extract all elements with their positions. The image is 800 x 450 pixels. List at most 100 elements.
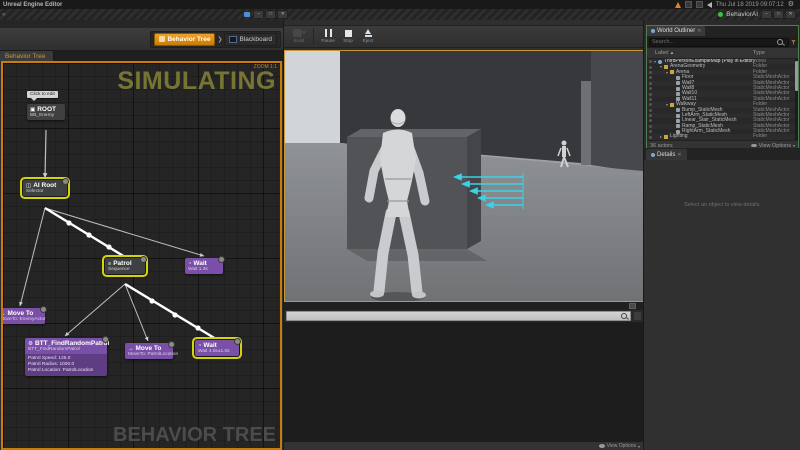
dropdown-arrow-icon[interactable]: ▾ [303,30,306,36]
eject-icon [364,29,373,38]
tab-details[interactable]: Details ✕ [646,149,687,160]
visibility-eye-icon[interactable] [649,76,652,79]
tray-icon-2[interactable] [696,1,703,8]
outliner-search-row: Search... [647,36,798,48]
restore-button[interactable]: □ [265,10,276,19]
node-move-to-mid[interactable]: →Move To MoveTo: PatrolLocation [125,343,173,359]
execution-beads [66,220,200,330]
build-button[interactable]: ▾ Build [289,28,309,44]
filter-funnel-icon[interactable] [791,40,796,45]
visibility-eye-icon[interactable] [649,71,652,74]
outliner-column-headers[interactable]: Label ▲ Type [647,48,798,59]
folder-icon [670,103,674,107]
details-empty-text: Select an object to view details. [644,202,800,208]
node-btt-find-random-patrol[interactable]: ⚙BTT_FindRandomPatrol BTT_FindRandomPatr… [25,338,107,376]
node-root[interactable]: ▣ROOT BB_Enemy [27,104,65,120]
outliner-row[interactable]: ▸LightingFolder [647,134,798,139]
search-icon [777,39,783,45]
level-editor-window: ▾ Build Pause Stop Eject [283,20,644,450]
system-tray: Thu Jul 18 2019 09:07:12 ⚙ [675,1,794,8]
close-button[interactable]: ✕ [785,10,796,19]
move-to-icon: → [1,311,6,317]
eject-button[interactable]: Eject [358,28,378,44]
tab-behavior-tree[interactable]: Behavior Tree [0,50,54,61]
static-mesh-icon [676,92,680,96]
system-clock: Thu Jul 18 2019 09:07:12 [716,2,784,8]
eye-icon [599,444,605,448]
folder-icon [664,135,668,139]
visibility-eye-icon[interactable] [649,125,652,128]
observer-dot-icon [62,178,69,185]
content-browser-search-row [284,310,644,322]
content-browser-footer: View Options ▾ [284,442,644,450]
content-browser-strip [284,302,644,310]
observer-dot-icon [234,338,241,345]
close-tab-icon[interactable]: ✕ [677,152,681,158]
visibility-eye-icon[interactable] [649,66,652,69]
asset-search-input[interactable] [286,311,631,321]
visibility-eye-icon[interactable] [649,87,652,90]
details-tabstrip: Details ✕ [644,148,800,160]
close-tab-icon[interactable]: ✕ [697,28,701,34]
behavior-tree-graph[interactable]: ZOOM 1:1 SIMULATING BEHAVIOR TREE [1,61,282,450]
tab-world-outliner[interactable]: World Outliner ✕ [647,26,705,36]
eye-icon [751,144,757,148]
collapse-chevrons-icon[interactable]: « [2,12,5,18]
minimize-button[interactable]: – [253,10,264,19]
world-icon [658,60,662,64]
observer-dot-icon [102,336,109,343]
visibility-eye-icon[interactable] [649,130,652,133]
vlc-icon[interactable] [675,2,681,8]
sort-arrow-icon: ▲ [670,50,674,55]
observer-dot-icon [140,256,147,263]
selector-icon: ◫ [26,183,31,189]
wait-clock-icon: ◔ [198,343,201,349]
build-icon [293,29,302,37]
blackboard-mode-button[interactable]: Blackboard [224,33,277,46]
outliner-scrollbar[interactable] [795,59,798,140]
pause-icon [325,29,332,37]
visibility-eye-icon[interactable] [649,136,652,139]
visibility-eye-icon[interactable] [649,109,652,112]
lock-icon[interactable] [629,303,636,309]
sequence-icon: ≡ [108,261,111,267]
close-button[interactable]: ✕ [277,10,288,19]
outliner-list: ▾ThirdPersonExampleMap (Play in Editor)W… [647,59,798,140]
static-mesh-icon [676,81,680,85]
node-patrol[interactable]: ≡Patrol Sequence [105,258,145,274]
visibility-eye-icon[interactable] [649,114,652,117]
simulating-status-dot [718,12,723,17]
content-browser-assets[interactable] [284,322,644,442]
filter-button[interactable] [633,311,642,321]
editor-window-icon [244,12,250,17]
pie-viewport[interactable] [284,50,644,302]
stop-button[interactable]: Stop [338,28,358,44]
visibility-eye-icon[interactable] [649,103,652,106]
behavior-tree-mode-button[interactable]: Behavior Tree [154,33,215,46]
pie-toolbar: ▾ Build Pause Stop Eject [284,25,644,48]
tray-icon-1[interactable] [685,1,692,8]
settings-gear-icon[interactable]: ⚙ [788,1,794,8]
restore-button[interactable]: □ [773,10,784,19]
pause-button[interactable]: Pause [318,28,338,44]
outliner-search-input[interactable]: Search... [649,38,789,47]
observer-dot-icon [40,306,47,313]
stop-icon [345,30,352,37]
visibility-eye-icon[interactable] [649,60,652,63]
view-options-button[interactable]: View Options [607,443,636,449]
system-titlebar: Unreal Engine Editor Thu Jul 18 2019 09:… [0,0,800,9]
visibility-eye-icon[interactable] [649,98,652,101]
root-comment-bubble[interactable]: Click to edit [27,91,58,98]
node-move-to-left[interactable]: →Move To MoveTo: EnemyActor [1,308,45,324]
right-dock-panel: World Outliner ✕ Search... Label ▲ Type … [643,20,800,450]
node-wait-lower[interactable]: ◔Wait Wait 4.0s±1.0s [195,340,239,356]
task-gear-icon: ⚙ [28,341,33,347]
chevron-right-icon: ❯ [217,36,222,43]
visibility-eye-icon[interactable] [649,119,652,122]
visibility-eye-icon[interactable] [649,93,652,96]
visibility-eye-icon[interactable] [649,82,652,85]
node-ai-root[interactable]: ◫AI Root Selector [23,180,67,196]
speaker-icon[interactable] [707,2,712,8]
minimize-button[interactable]: – [761,10,772,19]
node-wait-upper[interactable]: ◔Wait Wait 1.3s [185,258,223,274]
